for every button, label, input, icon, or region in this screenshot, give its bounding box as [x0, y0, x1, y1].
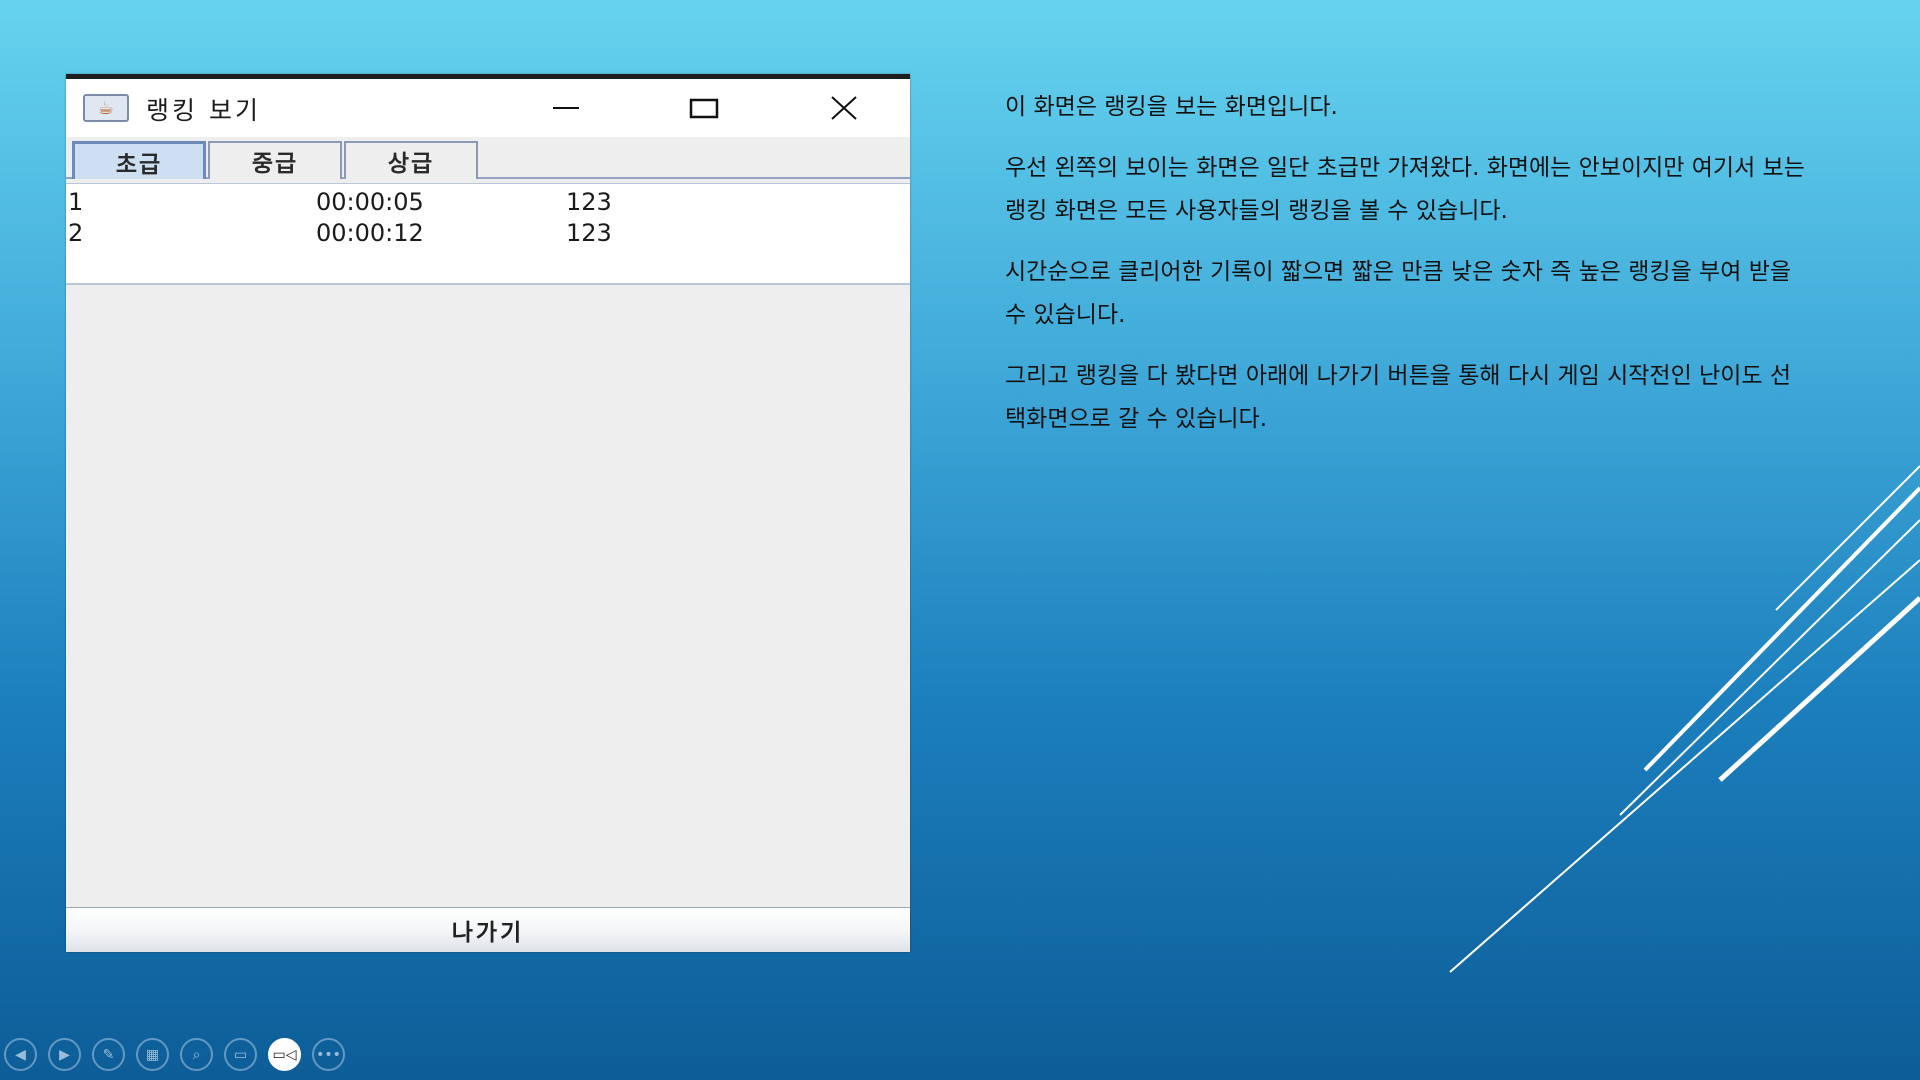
subtitles-button[interactable]: ▭ [224, 1038, 257, 1071]
description-paragraph: 이 화면은 랭킹을 보는 화면입니다. [1005, 94, 1338, 120]
clear-time: 00:00:05 [316, 188, 424, 216]
difficulty-tabs: 초급 중급 상급 [66, 137, 910, 179]
maximize-button[interactable] [664, 79, 744, 137]
tab-intermediate[interactable]: 중급 [208, 141, 342, 179]
close-icon [831, 96, 857, 120]
next-slide-button[interactable]: ▶ [48, 1038, 81, 1071]
zoom-button[interactable]: ⌕ [180, 1038, 213, 1071]
description-paragraph: 시간순으로 클리어한 기록이 짧으면 짧은 만큼 낮은 숫자 즉 높은 랭킹을 … [1005, 259, 1792, 328]
close-button[interactable] [804, 79, 884, 137]
java-app-icon: ☕ [83, 94, 129, 122]
previous-slide-button[interactable]: ◀ [4, 1038, 37, 1071]
score-value: 123 [566, 219, 612, 247]
title-bar[interactable]: ☕ 랭킹 보기 [66, 79, 910, 137]
zoom-icon: ⌕ [192, 1046, 201, 1063]
rank-number: 2 [68, 219, 84, 247]
list-item[interactable]: 1 00:00:05 123 [66, 188, 910, 218]
window-title: 랭킹 보기 [146, 96, 261, 125]
slide-description: 이 화면은 랭킹을 보는 화면입니다. 우선 왼쪽의 보이는 화면은 일단 초급… [1005, 86, 1805, 459]
ranking-list[interactable]: 1 00:00:05 123 2 00:00:12 123 [66, 183, 910, 285]
description-paragraph: 우선 왼쪽의 보이는 화면은 일단 초급만 가져왔다. 화면에는 안보이지만 여… [1005, 155, 1805, 224]
clear-time: 00:00:12 [316, 219, 424, 247]
slides-grid-icon: ▦ [145, 1046, 160, 1063]
tab-advanced[interactable]: 상급 [344, 141, 478, 179]
camera-icon: ▭◁ [272, 1046, 297, 1063]
rank-number: 1 [68, 188, 84, 216]
previous-icon: ◀ [15, 1046, 26, 1063]
slides-grid-button[interactable]: ▦ [136, 1038, 169, 1071]
description-paragraph: 그리고 랭킹을 다 봤다면 아래에 나가기 버튼을 통해 다시 게임 시작전인 … [1005, 363, 1792, 432]
list-item[interactable]: 2 00:00:12 123 [66, 219, 910, 249]
more-options-button[interactable]: ••• [312, 1038, 345, 1071]
camera-button[interactable]: ▭◁ [268, 1038, 301, 1071]
subtitles-icon: ▭ [233, 1046, 248, 1063]
ranking-window: ☕ 랭킹 보기 초급 중급 상급 1 00:00:05 123 2 00:00:… [66, 74, 910, 952]
pen-button[interactable]: ✎ [92, 1038, 125, 1071]
tab-beginner[interactable]: 초급 [72, 141, 206, 179]
more-options-icon: ••• [316, 1046, 341, 1063]
score-value: 123 [566, 188, 612, 216]
next-icon: ▶ [59, 1046, 70, 1063]
exit-button[interactable]: 나가기 [66, 907, 910, 952]
minimize-button[interactable] [526, 79, 606, 137]
minimize-icon [553, 107, 579, 109]
maximize-icon [689, 98, 719, 119]
slideshow-controls: ◀ ▶ ✎ ▦ ⌕ ▭ ▭◁ ••• [4, 1038, 345, 1074]
pen-icon: ✎ [102, 1046, 115, 1063]
